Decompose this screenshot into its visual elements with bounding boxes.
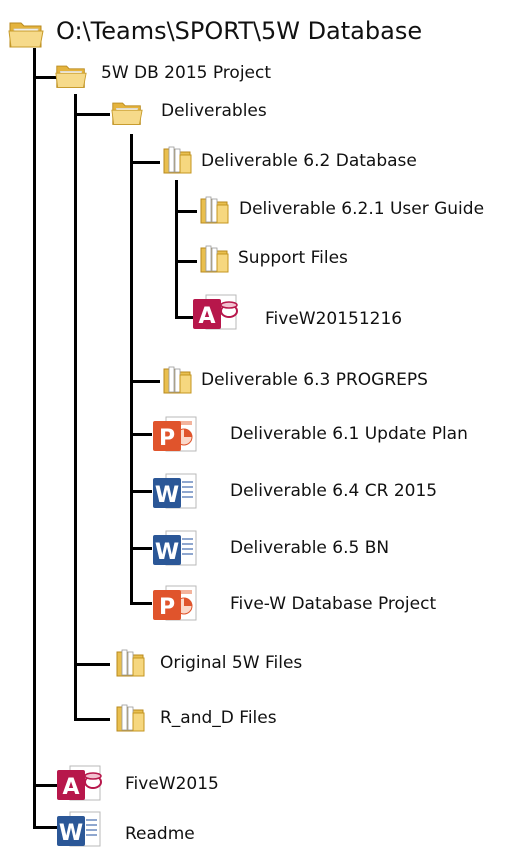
tree-item-label: Deliverable 6.2 Database [201,151,417,171]
branch-original-5w-files [74,663,110,666]
tree-item-label: 5W DB 2015 Project [101,63,272,83]
tree-item-label: Deliverable 6.5 BN [230,538,390,558]
branch-r-and-d-files [74,718,110,721]
folder-files-icon [200,196,229,224]
svg-text:W: W [155,483,179,508]
tree-item-label: FiveW2015 [125,774,219,794]
branch-fivew2015 [33,784,57,787]
tree-trunk-deliverable-6-2 [175,180,178,318]
branch-fivew20151216 [175,316,193,319]
branch-deliverable-6-2 [130,161,160,164]
tree-item-label: Deliverable 6.1 Update Plan [230,424,468,444]
tree-trunk-project [74,94,77,720]
branch-support-files [175,260,197,263]
branch-readme [33,826,57,829]
word-file-icon: W [153,530,197,566]
tree-item-label: FiveW20151216 [265,309,403,329]
tree-item-label: R_and_D Files [160,708,277,728]
branch-deliverable-6-3 [130,380,160,383]
folder-open-icon [8,22,44,48]
tree-item-label: Original 5W Files [160,653,303,673]
powerpoint-file-icon: P [153,585,197,621]
svg-text:A: A [198,304,215,329]
access-file-icon: A [57,765,102,801]
svg-text:P: P [159,595,175,620]
tree-item-label: Deliverable 6.3 PROGREPS [201,370,428,390]
tree-trunk-root [33,48,36,828]
svg-text:P: P [159,426,175,451]
tree-item-label: Readme [125,824,195,844]
svg-text:W: W [59,821,83,846]
branch-five-w-database-project [130,602,152,605]
powerpoint-file-icon: P [153,416,197,452]
svg-text:A: A [62,775,79,800]
branch-deliverable-6-1 [130,433,152,436]
tree-item-label: Five-W Database Project [230,594,437,614]
branch-user-guide [175,210,197,213]
tree-item-label: Deliverable 6.4 CR 2015 [230,481,438,501]
svg-text:W: W [155,540,179,565]
tree-item-label: Deliverables [161,101,267,121]
word-file-icon: W [57,811,101,847]
folder-open-icon [111,102,143,125]
tree-trunk-deliverables [130,134,133,604]
folder-files-icon [163,366,192,394]
root-path-label: O:\Teams\SPORT\5W Database [56,17,423,45]
branch-deliverable-6-4 [130,490,152,493]
tree-item-label: Support Files [238,248,348,268]
folder-files-icon [116,704,145,732]
branch-5w-db-project [33,76,57,79]
branch-deliverables [74,113,110,116]
access-file-icon: A [193,294,238,330]
word-file-icon: W [153,473,197,509]
folder-files-icon [200,245,229,273]
folder-files-icon [163,146,192,174]
tree-item-label: Deliverable 6.2.1 User Guide [239,199,485,219]
folder-tree-diagram: O:\Teams\SPORT\5W Database 5W DB 2015 Pr… [0,0,518,857]
folder-open-icon [55,65,87,88]
folder-files-icon [116,649,145,677]
branch-deliverable-6-5 [130,547,152,550]
